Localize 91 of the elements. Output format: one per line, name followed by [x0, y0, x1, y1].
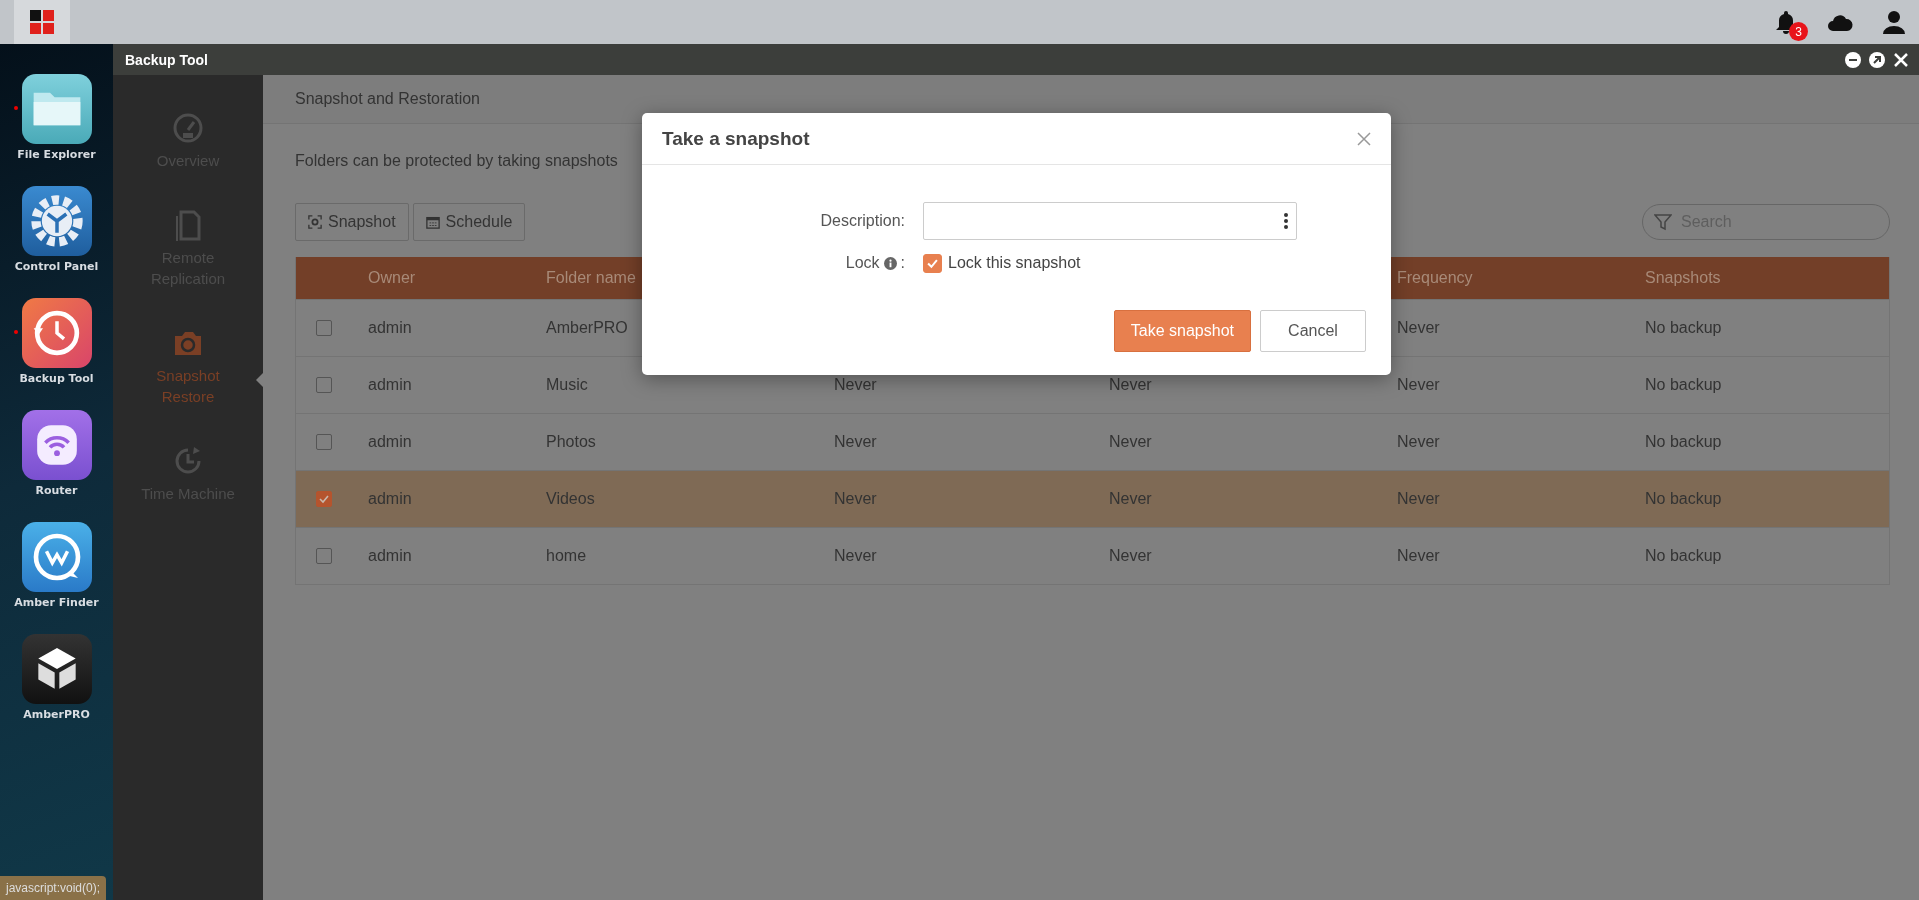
table-cell: Never [1397, 376, 1440, 394]
description-input[interactable] [923, 202, 1297, 240]
finder-app-icon [21, 522, 92, 592]
table-cell: Never [1397, 433, 1440, 451]
wifi-app-icon [21, 410, 92, 480]
table-cell: No backup [1645, 319, 1722, 337]
table-cell: Never [1397, 319, 1440, 337]
dock-app[interactable]: Control Panel [1, 186, 112, 273]
notification-badge: 3 [1789, 22, 1808, 41]
dock-app[interactable]: AmberPRO [1, 634, 112, 721]
take-snapshot-button[interactable]: Take snapshot [1113, 310, 1251, 352]
table-cell: No backup [1645, 490, 1722, 508]
dock-app-label: File Explorer [17, 148, 96, 161]
dock-app-label: Router [35, 484, 78, 497]
focus-frame-icon [308, 215, 322, 229]
field-label: Lock [845, 254, 880, 272]
gear-app-icon [21, 186, 92, 256]
more-vertical-icon [1284, 213, 1288, 229]
dock-app-label: Control Panel [14, 260, 99, 273]
table-cell: Never [834, 547, 877, 565]
column-header[interactable]: Owner [368, 269, 416, 287]
table-cell: Never [1109, 547, 1152, 565]
dock-app-label: AmberPRO [23, 708, 90, 721]
checkmark-icon [319, 494, 329, 504]
close-icon [1893, 51, 1909, 68]
calendar-button[interactable]: Schedule [412, 203, 526, 241]
grid-logo-icon [30, 10, 54, 34]
dialog-close-button[interactable] [1357, 131, 1371, 146]
page-description: Folders can be protected by taking snapshots [295, 152, 618, 171]
row-checkbox[interactable] [316, 548, 332, 564]
folder-app-icon [21, 74, 92, 144]
table-cell: Photos [546, 433, 596, 451]
column-header[interactable]: Snapshots [1645, 269, 1721, 287]
snapshot-button[interactable]: Snapshot [295, 203, 409, 241]
app-launcher-button[interactable] [14, 0, 70, 44]
table-cell: admin [368, 319, 412, 337]
dock-app[interactable]: File Explorer [1, 74, 112, 161]
table-cell: Never [1109, 490, 1152, 508]
table-cell: home [546, 547, 587, 565]
table-cell: admin [368, 433, 412, 451]
table-cell: Never [1397, 547, 1440, 565]
dock-app[interactable]: Router [1, 410, 112, 497]
dock-app[interactable]: Backup Tool [1, 298, 112, 385]
minimize-icon [1845, 51, 1861, 68]
table-cell: No backup [1645, 376, 1722, 394]
table-cell: Never [834, 490, 877, 508]
dialog-title: Take a snapshot [662, 127, 811, 150]
table-cell: Never [834, 433, 877, 451]
gauge-icon [172, 112, 204, 144]
user-icon [1883, 10, 1905, 34]
dock-app[interactable]: Amber Finder [1, 522, 112, 609]
table-cell: Never [1109, 433, 1152, 451]
cancel-button[interactable]: Cancel [1260, 310, 1366, 352]
sidebar-item[interactable]: Snapshot Restore [129, 326, 247, 408]
row-checkbox[interactable] [316, 377, 332, 393]
table-cell: Never [834, 376, 877, 394]
row-checkbox[interactable] [316, 434, 332, 450]
clock-app-icon [21, 298, 92, 368]
table-cell: admin [368, 376, 412, 394]
table-cell: admin [368, 490, 412, 508]
selected-row-highlight[interactable]: admin Videos Never Never Never No backup [296, 470, 1889, 527]
dock-app-label: Backup Tool [19, 372, 94, 385]
window-title: Backup Tool [125, 51, 208, 68]
table-cell: Videos [546, 490, 595, 508]
calendar-icon [425, 215, 440, 229]
row-checkbox[interactable] [316, 320, 332, 336]
table-cell: Music [546, 376, 588, 394]
table-cell: AmberPRO [546, 319, 628, 337]
label-colon: : [900, 254, 905, 272]
close-icon [1357, 131, 1371, 146]
info-icon [883, 256, 897, 270]
status-link-text: javascript:void(0); [6, 881, 101, 895]
checkbox-label: Lock this snapshot [948, 254, 1081, 272]
cloud-icon [1827, 12, 1853, 32]
filter-icon [1654, 213, 1672, 231]
lock-checkbox[interactable] [923, 253, 942, 273]
table-cell: No backup [1645, 547, 1722, 565]
resize-icon [1869, 51, 1885, 68]
column-header[interactable]: Folder name [546, 269, 636, 287]
cube-app-icon [21, 634, 92, 704]
cloud-button[interactable] [1827, 12, 1853, 32]
table-cell: admin [368, 547, 412, 565]
dock-app-label: Amber Finder [14, 596, 99, 609]
table-cell: No backup [1645, 433, 1722, 451]
field-label: Description: [820, 212, 905, 230]
table-cell: Never [1109, 376, 1152, 394]
column-header[interactable]: Frequency [1397, 269, 1473, 287]
row-checkbox[interactable] [316, 491, 332, 507]
table-cell: Never [1397, 490, 1440, 508]
user-button[interactable] [1883, 10, 1905, 34]
checkmark-icon [927, 257, 938, 269]
